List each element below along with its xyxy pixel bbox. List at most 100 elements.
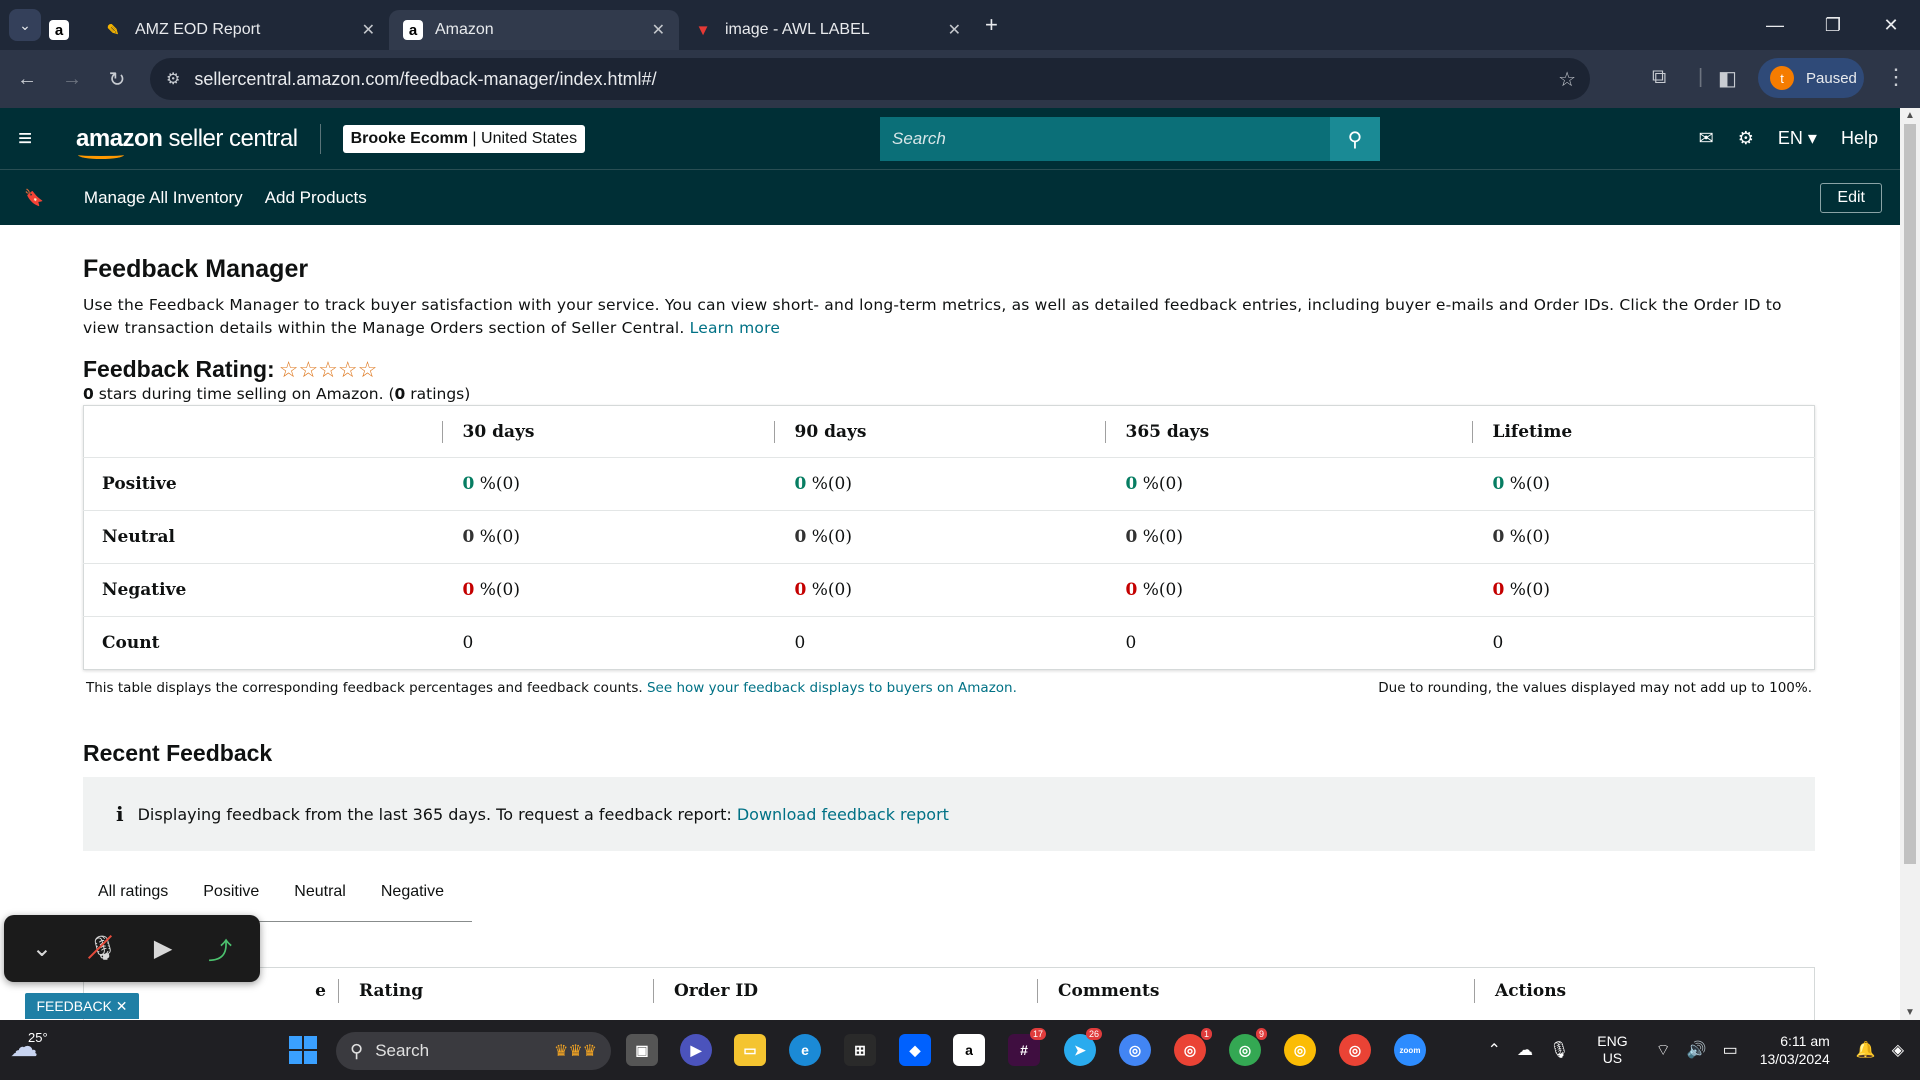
feedback-display-link[interactable]: See how your feedback displays to buyers…: [647, 680, 1017, 696]
microphone-icon[interactable]: 🎙: [1549, 1040, 1569, 1060]
table-row: Count 0 0 0 0: [83, 616, 1815, 670]
chrome-icon[interactable]: ◎: [1284, 1034, 1316, 1066]
back-arrow-icon[interactable]: ←: [9, 68, 45, 91]
tab-neutral[interactable]: Neutral: [294, 883, 346, 901]
copilot-icon[interactable]: ◈: [1892, 1040, 1904, 1060]
notification-bell-icon[interactable]: 🔔: [1856, 1040, 1876, 1060]
account-region: United States: [481, 129, 578, 147]
minimize-icon[interactable]: —: [1746, 0, 1804, 50]
windows-start-icon[interactable]: [289, 1036, 317, 1064]
column-lifetime: Lifetime: [1471, 420, 1815, 443]
close-icon[interactable]: ✕: [652, 20, 665, 40]
clock[interactable]: 6:11 am 13/03/2024: [1760, 1032, 1830, 1068]
amazon-app-icon[interactable]: a: [953, 1034, 985, 1066]
edge-icon[interactable]: e: [789, 1034, 821, 1066]
dropbox-icon[interactable]: ◆: [899, 1034, 931, 1066]
zoom-icon[interactable]: zoom: [1394, 1034, 1426, 1066]
wifi-icon[interactable]: ⌔: [1656, 1040, 1671, 1060]
clock-time: 6:11 am: [1780, 1033, 1830, 1049]
chevron-up-icon[interactable]: ⌃: [1488, 1040, 1501, 1060]
chrome-icon[interactable]: ◎ 1: [1174, 1028, 1212, 1066]
image-icon: ▼: [695, 21, 711, 39]
row-label: Count: [83, 616, 442, 670]
omnibox[interactable]: ⚙ sellercentral.amazon.com/feedback-mana…: [150, 58, 1590, 100]
subnav-manage-inventory[interactable]: Manage All Inventory: [84, 188, 243, 208]
scroll-down-icon[interactable]: ▼: [1905, 1007, 1915, 1018]
search-input[interactable]: [880, 117, 1330, 161]
clock-date: 13/03/2024: [1759, 1051, 1830, 1067]
tab-pinned-amazon[interactable]: a: [41, 10, 89, 50]
help-link[interactable]: Help: [1841, 128, 1878, 149]
slack-icon[interactable]: #17: [1008, 1028, 1046, 1066]
learn-more-link[interactable]: Learn more: [690, 319, 780, 337]
gear-icon[interactable]: ⚙: [1738, 128, 1754, 149]
tab-awl-label[interactable]: ▼ image - AWL LABEL ✕: [679, 10, 975, 50]
onedrive-icon[interactable]: ☁: [1517, 1040, 1533, 1060]
tab-negative[interactable]: Negative: [381, 883, 444, 901]
share-screen-icon[interactable]: ⤴: [208, 931, 232, 966]
new-tab-plus-icon[interactable]: +: [985, 12, 998, 38]
restore-icon[interactable]: ❐: [1804, 0, 1862, 50]
browser-tab-bar: ⌄ a ✎ AMZ EOD Report ✕ a Amazon ✕ ▼ imag…: [0, 0, 1920, 50]
tab-amazon[interactable]: a Amazon ✕: [389, 10, 679, 50]
hamburger-menu-icon[interactable]: ≡: [18, 125, 42, 153]
search-icon[interactable]: ⚲: [1330, 117, 1380, 161]
scroll-up-icon[interactable]: ▲: [1905, 110, 1915, 121]
close-icon[interactable]: ✕: [362, 20, 375, 40]
bookmark-icon[interactable]: 🔖: [24, 188, 44, 208]
chrome-icon[interactable]: ◎ 9: [1229, 1028, 1267, 1066]
site-info-icon[interactable]: ⚙: [166, 69, 180, 89]
profile-status: Paused: [1806, 69, 1857, 87]
percent-count: %(0): [806, 527, 852, 547]
tab-positive[interactable]: Positive: [203, 883, 259, 901]
task-view-icon[interactable]: ▣: [626, 1034, 658, 1066]
reload-icon[interactable]: ↻: [99, 67, 135, 92]
tab-all-ratings[interactable]: All ratings: [98, 883, 168, 901]
account-switcher[interactable]: Brooke Ecomm | United States: [342, 124, 586, 153]
seller-central-logo[interactable]: amazon seller central: [76, 125, 298, 159]
more-menu-icon[interactable]: ⋮: [1885, 64, 1907, 90]
windows-taskbar: ☁ 25° ⚲ Search ♛♛♛ ▣ ▶ ▭ e ⊞ ◆ a #17 ➤ 26…: [0, 1020, 1920, 1080]
table-header: 30 days: [441, 406, 774, 458]
positive-value: 0: [1492, 474, 1505, 494]
language-selector[interactable]: EN ▾: [1778, 128, 1817, 149]
input-language[interactable]: ENG US: [1597, 1033, 1627, 1067]
mail-icon[interactable]: ✉: [1699, 128, 1714, 149]
ratings-text: ratings): [405, 385, 471, 403]
profile-button[interactable]: t Paused: [1758, 58, 1864, 98]
taskbar-search[interactable]: ⚲ Search ♛♛♛: [336, 1032, 611, 1070]
tab-amz-eod-report[interactable]: ✎ AMZ EOD Report ✕: [89, 10, 389, 50]
subnav-add-products[interactable]: Add Products: [265, 188, 367, 208]
side-panel-icon[interactable]: ◧: [1718, 66, 1737, 91]
tab-search-chevron-icon[interactable]: ⌄: [9, 9, 41, 41]
video-camera-icon[interactable]: ▶: [154, 934, 172, 963]
feedback-tab[interactable]: FEEDBACK ✕: [25, 993, 139, 1019]
edit-button[interactable]: Edit: [1820, 183, 1882, 213]
chrome-icon[interactable]: ◎: [1339, 1034, 1371, 1066]
store-icon[interactable]: ⊞: [844, 1034, 876, 1066]
negative-value: 0: [462, 580, 475, 600]
teams-chat-icon[interactable]: ▶: [680, 1034, 712, 1066]
battery-icon[interactable]: ▭: [1723, 1040, 1738, 1060]
volume-icon[interactable]: 🔊: [1687, 1040, 1707, 1060]
table-header-empty: [84, 406, 442, 458]
page-scrollbar[interactable]: ▲ ▼: [1900, 108, 1920, 1020]
telegram-icon[interactable]: ➤ 26: [1064, 1028, 1102, 1066]
column-comments: Comments: [1037, 979, 1474, 1003]
table-cell: 0: [1471, 616, 1815, 670]
url-text[interactable]: sellercentral.amazon.com/feedback-manage…: [194, 69, 656, 90]
chevron-down-icon[interactable]: ⌄: [32, 934, 52, 963]
close-icon[interactable]: ✕: [948, 20, 961, 40]
extensions-puzzle-icon[interactable]: ⧉: [1652, 66, 1666, 89]
file-explorer-icon[interactable]: ▭: [734, 1034, 766, 1066]
bookmark-star-icon[interactable]: ☆: [1558, 67, 1576, 92]
chrome-icon[interactable]: ◎: [1119, 1034, 1151, 1066]
page-title: Feedback Manager: [83, 255, 309, 283]
window-controls: — ❐ ✕: [1746, 0, 1920, 50]
forward-arrow-icon[interactable]: →: [54, 68, 90, 91]
scrollbar-thumb[interactable]: [1904, 124, 1916, 864]
download-report-link[interactable]: Download feedback report: [737, 805, 949, 824]
weather-widget[interactable]: ☁ 25°: [10, 1030, 48, 1063]
window-close-icon[interactable]: ✕: [1862, 0, 1920, 50]
mic-muted-icon[interactable]: 🎙: [88, 934, 118, 963]
